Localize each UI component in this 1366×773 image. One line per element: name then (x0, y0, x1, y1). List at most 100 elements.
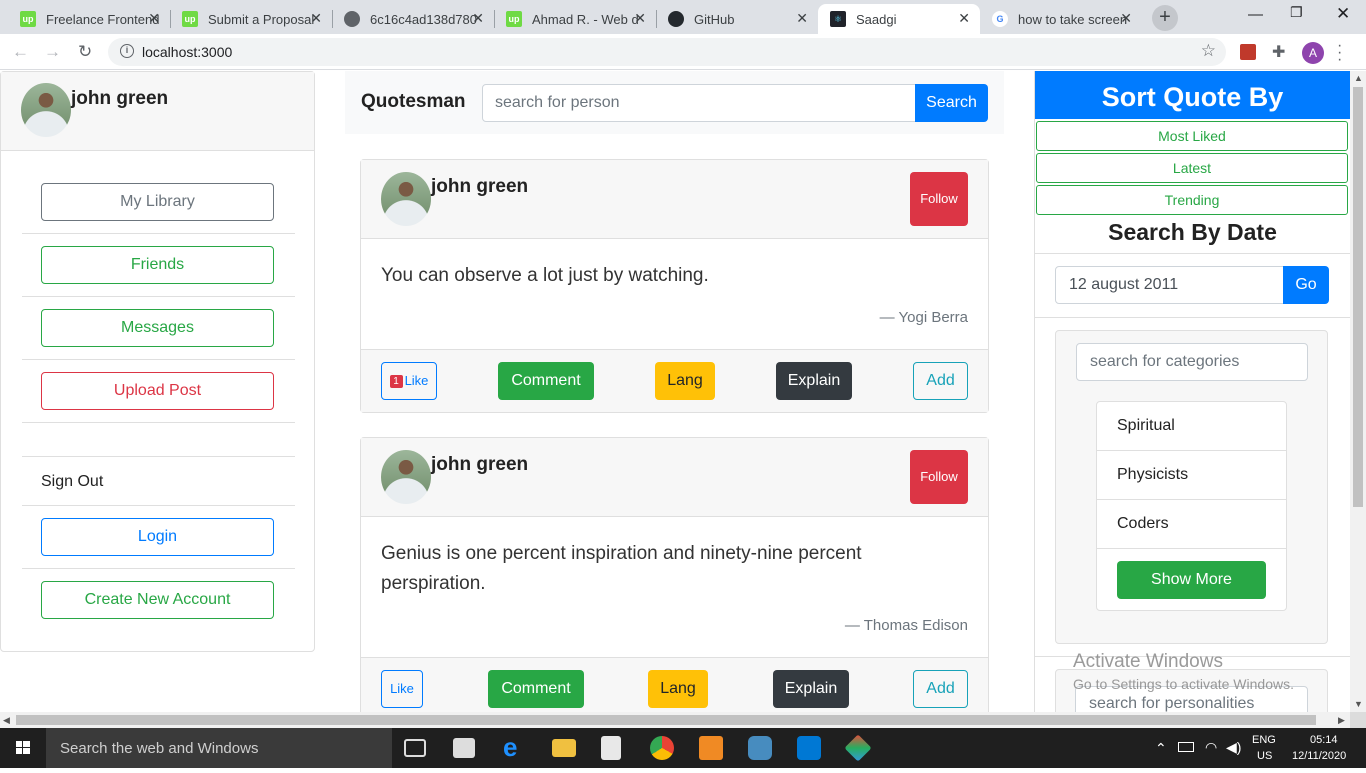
show-more-button[interactable]: Show More (1117, 561, 1266, 599)
vertical-scrollbar[interactable]: ▲ ▼ (1350, 71, 1366, 712)
explain-button[interactable]: Explain (776, 362, 852, 400)
like-button[interactable]: Like (381, 670, 423, 708)
comment-button[interactable]: Comment (488, 670, 584, 708)
scroll-up-icon[interactable]: ▲ (1354, 73, 1363, 83)
new-tab-button[interactable]: + (1152, 5, 1178, 31)
vscode-icon[interactable] (797, 736, 821, 760)
document-icon[interactable] (601, 736, 621, 760)
close-tab-icon[interactable]: ✕ (148, 10, 160, 27)
left-sidebar: john green My Library Friends Messages U… (0, 71, 315, 652)
like-button[interactable]: 1 Like (381, 362, 437, 400)
top-navbar: Quotesman search for person Search (345, 71, 1004, 134)
category-item-coders[interactable]: Coders (1097, 500, 1286, 549)
scroll-right-icon[interactable]: ▶ (1338, 715, 1345, 726)
author-name[interactable]: john green (431, 454, 528, 476)
category-item-spiritual[interactable]: Spiritual (1097, 402, 1286, 451)
tab-title: GitHub (694, 11, 735, 27)
close-tab-icon[interactable]: ✕ (310, 10, 322, 27)
search-button[interactable]: Search (915, 84, 988, 122)
vertical-scroll-thumb[interactable] (1353, 87, 1363, 507)
login-button[interactable]: Login (41, 518, 274, 556)
close-window-icon[interactable]: ✕ (1336, 4, 1350, 24)
edge-icon[interactable]: e (503, 732, 527, 762)
volume-icon[interactable]: ◀) (1226, 739, 1241, 756)
file-explorer-icon[interactable] (552, 739, 576, 757)
chrome-icon[interactable] (650, 736, 674, 760)
menu-icon[interactable]: · · · (1337, 38, 1342, 68)
horizontal-scrollbar[interactable]: ◀ ▶ (0, 712, 1350, 728)
input-region[interactable]: US (1257, 750, 1272, 762)
tab-google-search[interactable]: G how to take screen ✕ (980, 4, 1142, 34)
close-tab-icon[interactable]: ✕ (472, 10, 484, 27)
close-tab-icon[interactable]: ✕ (634, 10, 646, 27)
category-search-input[interactable]: search for categories (1076, 343, 1308, 381)
puzzle-icon[interactable]: ✚ (1272, 42, 1288, 61)
close-tab-icon[interactable]: ✕ (1120, 10, 1132, 27)
sublime-text-icon[interactable] (699, 736, 723, 760)
godot-icon[interactable] (748, 736, 772, 760)
tab-saadgi[interactable]: ⚛ Saadgi ✕ (818, 4, 980, 34)
close-tab-icon[interactable]: ✕ (796, 10, 808, 27)
close-tab-icon[interactable]: ✕ (958, 10, 970, 27)
scroll-left-icon[interactable]: ◀ (3, 715, 10, 726)
category-item-physicists[interactable]: Physicists (1097, 451, 1286, 500)
taskbar-search-box[interactable]: Search the web and Windows (46, 728, 392, 768)
date-input[interactable]: 12 august 2011 (1055, 266, 1284, 304)
battery-icon[interactable] (1178, 742, 1194, 752)
profile-avatar[interactable]: A (1302, 42, 1324, 64)
messages-button[interactable]: Messages (41, 309, 274, 347)
friends-button[interactable]: Friends (41, 246, 274, 284)
tab-hash[interactable]: 6c16c4ad138d780 ✕ (332, 4, 494, 34)
reload-icon[interactable]: ↻ (78, 42, 92, 62)
wifi-icon[interactable]: ◠ (1205, 739, 1217, 756)
follow-button[interactable]: Follow (910, 172, 968, 226)
tab-submit-proposal[interactable]: up Submit a Proposal ✕ (170, 4, 332, 34)
explain-button[interactable]: Explain (773, 670, 849, 708)
my-library-button[interactable]: My Library (41, 183, 274, 221)
windows-start-icon[interactable] (0, 728, 46, 768)
person-search-input[interactable]: search for person (482, 84, 916, 122)
store-icon[interactable] (453, 738, 475, 758)
sort-latest-button[interactable]: Latest (1036, 153, 1348, 183)
go-button[interactable]: Go (1283, 266, 1329, 304)
like-label: Like (404, 373, 429, 388)
follow-button[interactable]: Follow (910, 450, 968, 504)
category-list: Spiritual Physicists Coders Show More (1096, 401, 1287, 611)
author-name[interactable]: john green (431, 176, 528, 198)
clock-date[interactable]: 12/11/2020 (1292, 750, 1346, 762)
lang-button[interactable]: Lang (655, 362, 715, 400)
url-text[interactable]: localhost:3000 (142, 44, 232, 60)
add-button[interactable]: Add (913, 670, 968, 708)
quote-text: Genius is one percent inspiration and ni… (381, 543, 862, 594)
bookmark-star-icon[interactable]: ☆ (1201, 41, 1216, 61)
clock-time[interactable]: 05:14 (1310, 734, 1338, 746)
tab-title: how to take screen (1018, 11, 1128, 27)
forward-icon[interactable]: → (44, 42, 61, 62)
google-icon: G (992, 11, 1008, 27)
gitkraken-icon[interactable] (844, 734, 872, 762)
maximize-icon[interactable]: ❐ (1290, 4, 1303, 21)
tray-chevron-icon[interactable]: ⌃ (1155, 740, 1167, 757)
sign-out-link[interactable]: Sign Out (41, 473, 103, 491)
site-info-icon[interactable]: i (120, 44, 134, 58)
address-bar[interactable]: i localhost:3000 ☆ (108, 38, 1226, 66)
sort-most-liked-button[interactable]: Most Liked (1036, 121, 1348, 151)
tab-github[interactable]: GitHub ✕ (656, 4, 818, 34)
scroll-down-icon[interactable]: ▼ (1354, 699, 1363, 709)
comment-button[interactable]: Comment (498, 362, 594, 400)
extension-icon[interactable] (1240, 44, 1256, 60)
lang-button[interactable]: Lang (648, 670, 708, 708)
brand-title[interactable]: Quotesman (361, 91, 466, 113)
quote-card: john green Follow You can observe a lot … (360, 159, 989, 413)
input-language[interactable]: ENG (1252, 734, 1276, 746)
minimize-icon[interactable]: — (1248, 6, 1263, 23)
upload-post-button[interactable]: Upload Post (41, 372, 274, 410)
horizontal-scroll-thumb[interactable] (16, 715, 1316, 725)
task-view-icon[interactable] (404, 739, 426, 757)
create-account-button[interactable]: Create New Account (41, 581, 274, 619)
add-button[interactable]: Add (913, 362, 968, 400)
tab-ahmad[interactable]: up Ahmad R. - Web d ✕ (494, 4, 656, 34)
tab-freelance[interactable]: up Freelance Frontend ✕ (8, 4, 170, 34)
sort-trending-button[interactable]: Trending (1036, 185, 1348, 215)
back-icon[interactable]: ← (12, 42, 29, 62)
